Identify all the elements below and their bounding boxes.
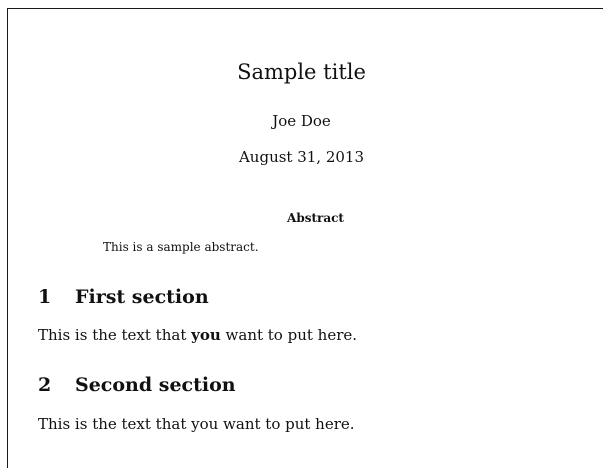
section-paragraph-1: This is the text that you want to put he…: [38, 326, 357, 344]
paragraph-text: want to put here.: [220, 326, 358, 344]
section-number: 1: [38, 286, 52, 308]
section-heading-2: 2 Second section: [38, 374, 236, 396]
abstract-text: This is a sample abstract.: [103, 240, 259, 254]
section-title: Second section: [75, 374, 236, 396]
section-paragraph-2: This is the text that you want to put he…: [38, 415, 355, 433]
paragraph-bold-text: you: [191, 326, 221, 344]
abstract-heading: Abstract: [287, 211, 344, 225]
document-date: August 31, 2013: [238, 148, 365, 166]
section-title: First section: [75, 286, 209, 308]
section-heading-1: 1 First section: [38, 286, 209, 308]
paragraph-text: This is the text that: [38, 326, 192, 344]
section-number: 2: [38, 374, 52, 396]
document-title: Sample title: [237, 60, 366, 84]
document-author: Joe Doe: [272, 112, 331, 130]
